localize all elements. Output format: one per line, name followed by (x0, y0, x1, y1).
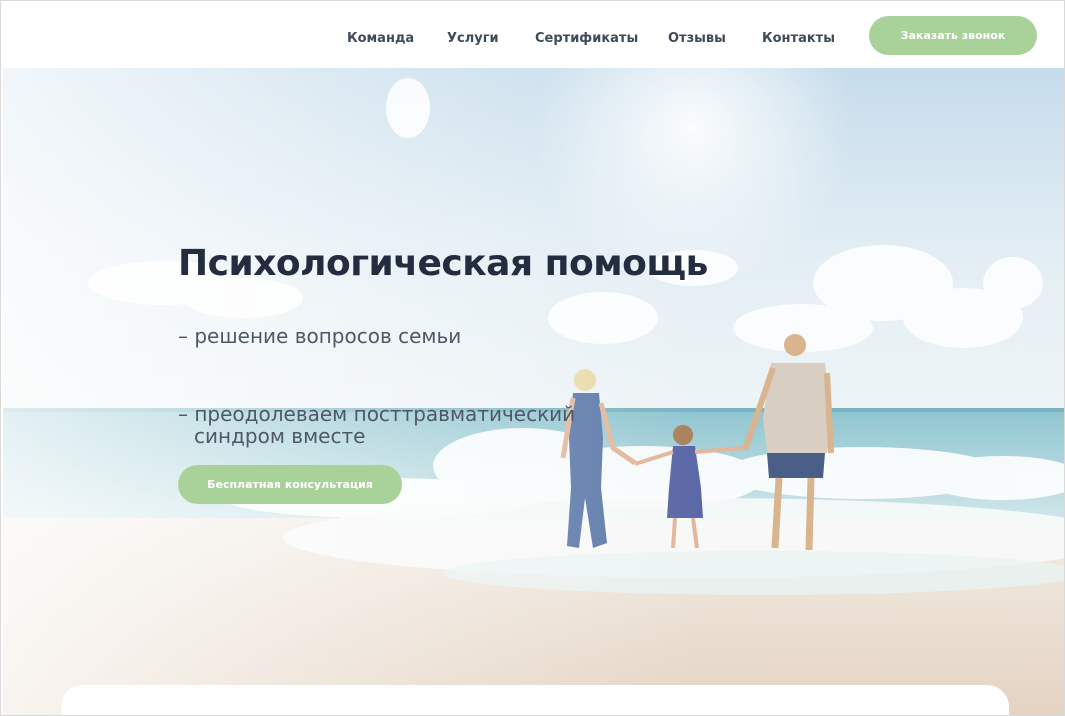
hero-title: Психологическая помощь (178, 243, 708, 284)
hero-section: Психологическая помощь – решение вопросо… (3, 68, 1064, 715)
hero-benefit-ptsd-line2: синдром вместе (194, 424, 366, 448)
hero-benefit-family: – решение вопросов семьи (178, 324, 462, 348)
nav-link-team[interactable]: Команда (347, 30, 414, 48)
nav-link-services[interactable]: Услуги (447, 30, 499, 48)
nav-link-certificates[interactable]: Сертификаты (535, 30, 638, 48)
site-header: Команда Услуги Сертификаты Отзывы Контак… (1, 1, 1064, 68)
hero-benefit-ptsd: – преодолеваем посттравматический синдро… (178, 403, 575, 447)
nav-link-contacts[interactable]: Контакты (762, 30, 835, 48)
content-card (61, 685, 1009, 715)
free-consultation-button[interactable]: Бесплатная консультация (178, 465, 402, 504)
beach-family-photo (3, 68, 1064, 715)
order-call-button[interactable]: Заказать звонок (869, 16, 1037, 55)
page: Команда Услуги Сертификаты Отзывы Контак… (0, 0, 1065, 716)
hero-benefit-ptsd-line1: – преодолеваем посттравматический (178, 402, 576, 426)
nav-link-reviews[interactable]: Отзывы (668, 30, 726, 48)
